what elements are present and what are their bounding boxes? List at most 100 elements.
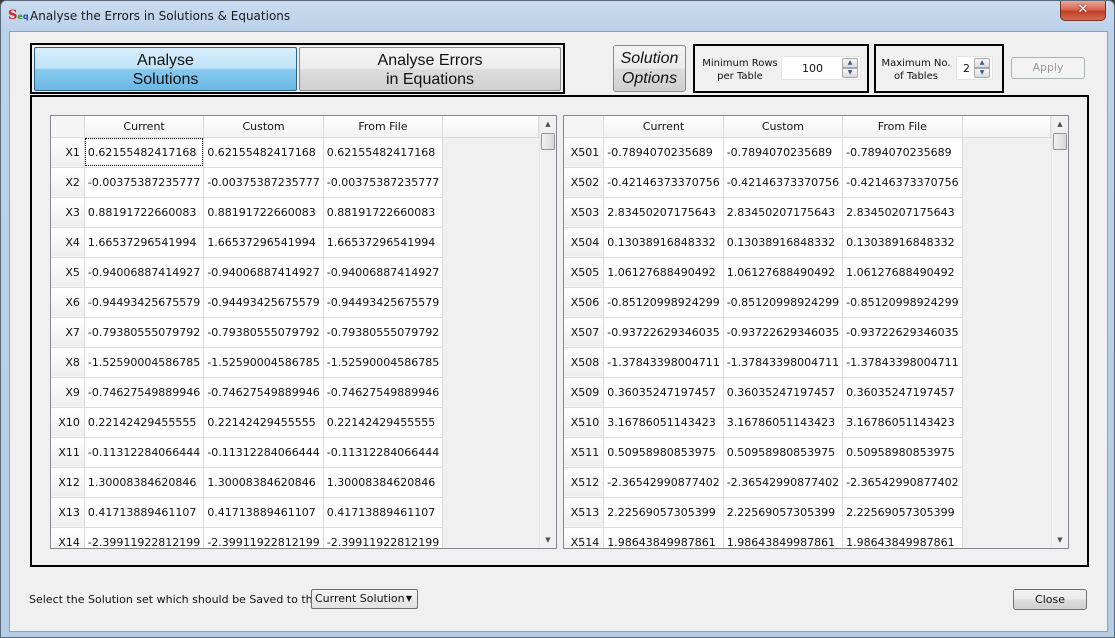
table-cell[interactable]: 0.22142429455555: [203, 407, 324, 438]
table-cell[interactable]: -1.52590004586785: [84, 347, 205, 378]
scroll-up-button[interactable]: ▲: [1052, 116, 1068, 132]
column-header[interactable]: From File: [323, 116, 444, 138]
table-cell[interactable]: 3.16786051143423: [723, 407, 844, 438]
row-header[interactable]: X6: [51, 287, 85, 318]
table-2-scrollbar[interactable]: ▲ ▼: [1051, 116, 1068, 548]
table-cell[interactable]: -1.37843398004711: [723, 347, 844, 378]
table-cell[interactable]: 1.98643849987861: [842, 527, 963, 548]
table-cell[interactable]: 0.36035247197457: [603, 377, 724, 408]
save-solution-select[interactable]: Current Solution ▼: [311, 589, 418, 609]
scroll-thumb[interactable]: [541, 133, 555, 150]
max-tables-value[interactable]: 2: [963, 62, 970, 75]
table-cell[interactable]: -0.00375387235777: [323, 167, 444, 198]
table-cell[interactable]: 1.66537296541994: [84, 227, 205, 258]
table-cell[interactable]: 0.62155482417168: [323, 137, 444, 168]
row-header[interactable]: X2: [51, 167, 85, 198]
max-tables-stepper[interactable]: 2 ▲ ▼: [956, 56, 993, 80]
table-cell[interactable]: -0.85120998924299: [723, 287, 844, 318]
solutions-table-1[interactable]: Current Custom From File X1 0.62155482417168…: [50, 115, 557, 549]
row-header[interactable]: X9: [51, 377, 85, 408]
tab-analyse-errors[interactable]: Analyse Errors in Equations: [299, 47, 561, 91]
row-header[interactable]: X512: [564, 467, 605, 498]
table-cell[interactable]: -0.94493425675579: [323, 287, 444, 318]
row-header[interactable]: X5: [51, 257, 85, 288]
scroll-up-button[interactable]: ▲: [540, 116, 556, 132]
table-cell[interactable]: 0.50958980853975: [842, 437, 963, 468]
table-cell[interactable]: 0.50958980853975: [723, 437, 844, 468]
table-cell[interactable]: 0.41713889461107: [203, 497, 324, 528]
table-cell[interactable]: 1.06127688490492: [842, 257, 963, 288]
table-cell[interactable]: 0.88191722660083: [323, 197, 444, 228]
table-cell[interactable]: -0.42146373370756: [723, 167, 844, 198]
row-header[interactable]: X511: [564, 437, 605, 468]
min-rows-decrement-button[interactable]: ▼: [842, 68, 858, 78]
row-header[interactable]: X501: [564, 137, 605, 168]
column-header[interactable]: Custom: [203, 116, 324, 138]
table-cell[interactable]: -0.93722629346035: [603, 317, 724, 348]
table-cell[interactable]: 2.22569057305399: [603, 497, 724, 528]
corner-header[interactable]: [51, 116, 85, 138]
table-cell[interactable]: 1.30008384620846: [203, 467, 324, 498]
solution-options-button[interactable]: Solution Options: [613, 45, 686, 92]
table-cell[interactable]: 1.66537296541994: [203, 227, 324, 258]
row-header[interactable]: X3: [51, 197, 85, 228]
row-header[interactable]: X4: [51, 227, 85, 258]
column-header[interactable]: From File: [842, 116, 963, 138]
table-cell[interactable]: -0.94493425675579: [203, 287, 324, 318]
column-header[interactable]: Current: [84, 116, 205, 138]
min-rows-value[interactable]: 100: [802, 62, 823, 75]
table-cell[interactable]: 0.36035247197457: [723, 377, 844, 408]
table-cell[interactable]: -0.85120998924299: [842, 287, 963, 318]
close-button[interactable]: Close: [1013, 589, 1087, 610]
row-header[interactable]: X12: [51, 467, 85, 498]
row-header[interactable]: X1: [51, 137, 85, 168]
min-rows-stepper[interactable]: 100 ▲ ▼: [781, 56, 861, 80]
table-cell[interactable]: -0.11312284066444: [323, 437, 444, 468]
row-header[interactable]: X513: [564, 497, 605, 528]
table-cell[interactable]: -0.7894070235689: [723, 137, 844, 168]
table-cell[interactable]: -0.93722629346035: [723, 317, 844, 348]
table-cell[interactable]: 2.83450207175643: [723, 197, 844, 228]
apply-button[interactable]: Apply: [1011, 57, 1085, 79]
table-cell[interactable]: -1.52590004586785: [203, 347, 324, 378]
table-cell[interactable]: -0.74627549889946: [84, 377, 205, 408]
scroll-down-button[interactable]: ▼: [1052, 532, 1068, 548]
table-cell[interactable]: -0.11312284066444: [203, 437, 324, 468]
table-cell[interactable]: -0.85120998924299: [603, 287, 724, 318]
table-1-scrollbar[interactable]: ▲ ▼: [539, 116, 556, 548]
table-cell[interactable]: -0.79380555079792: [84, 317, 205, 348]
table-cell[interactable]: 2.22569057305399: [842, 497, 963, 528]
table-cell[interactable]: 0.88191722660083: [203, 197, 324, 228]
table-cell[interactable]: 0.36035247197457: [842, 377, 963, 408]
table-cell[interactable]: -1.52590004586785: [323, 347, 444, 378]
table-cell[interactable]: -0.94006887414927: [323, 257, 444, 288]
max-tables-decrement-button[interactable]: ▼: [974, 68, 990, 78]
scroll-thumb[interactable]: [1053, 133, 1067, 150]
table-cell[interactable]: -0.93722629346035: [842, 317, 963, 348]
column-header[interactable]: Current: [603, 116, 724, 138]
table-cell[interactable]: -0.7894070235689: [842, 137, 963, 168]
table-cell[interactable]: -2.39911922812199: [323, 527, 444, 548]
table-cell[interactable]: -0.94006887414927: [203, 257, 324, 288]
table-cell[interactable]: 0.41713889461107: [84, 497, 205, 528]
table-cell[interactable]: -1.37843398004711: [603, 347, 724, 378]
table-cell[interactable]: 1.30008384620846: [84, 467, 205, 498]
scroll-down-button[interactable]: ▼: [540, 532, 556, 548]
tab-analyse-solutions[interactable]: Analyse Solutions: [34, 47, 297, 91]
table-cell[interactable]: 1.66537296541994: [323, 227, 444, 258]
column-header[interactable]: Custom: [723, 116, 844, 138]
table-cell[interactable]: 1.06127688490492: [723, 257, 844, 288]
table-cell[interactable]: -0.94006887414927: [84, 257, 205, 288]
row-header[interactable]: X13: [51, 497, 85, 528]
table-cell[interactable]: 1.98643849987861: [723, 527, 844, 548]
corner-header[interactable]: [564, 116, 605, 138]
table-cell[interactable]: -2.39911922812199: [203, 527, 324, 548]
row-header[interactable]: X509: [564, 377, 605, 408]
row-header[interactable]: X8: [51, 347, 85, 378]
table-cell[interactable]: 2.83450207175643: [603, 197, 724, 228]
row-header[interactable]: X502: [564, 167, 605, 198]
table-cell[interactable]: -0.42146373370756: [603, 167, 724, 198]
table-cell[interactable]: 0.88191722660083: [84, 197, 205, 228]
table-cell[interactable]: -0.7894070235689: [603, 137, 724, 168]
row-header[interactable]: X10: [51, 407, 85, 438]
